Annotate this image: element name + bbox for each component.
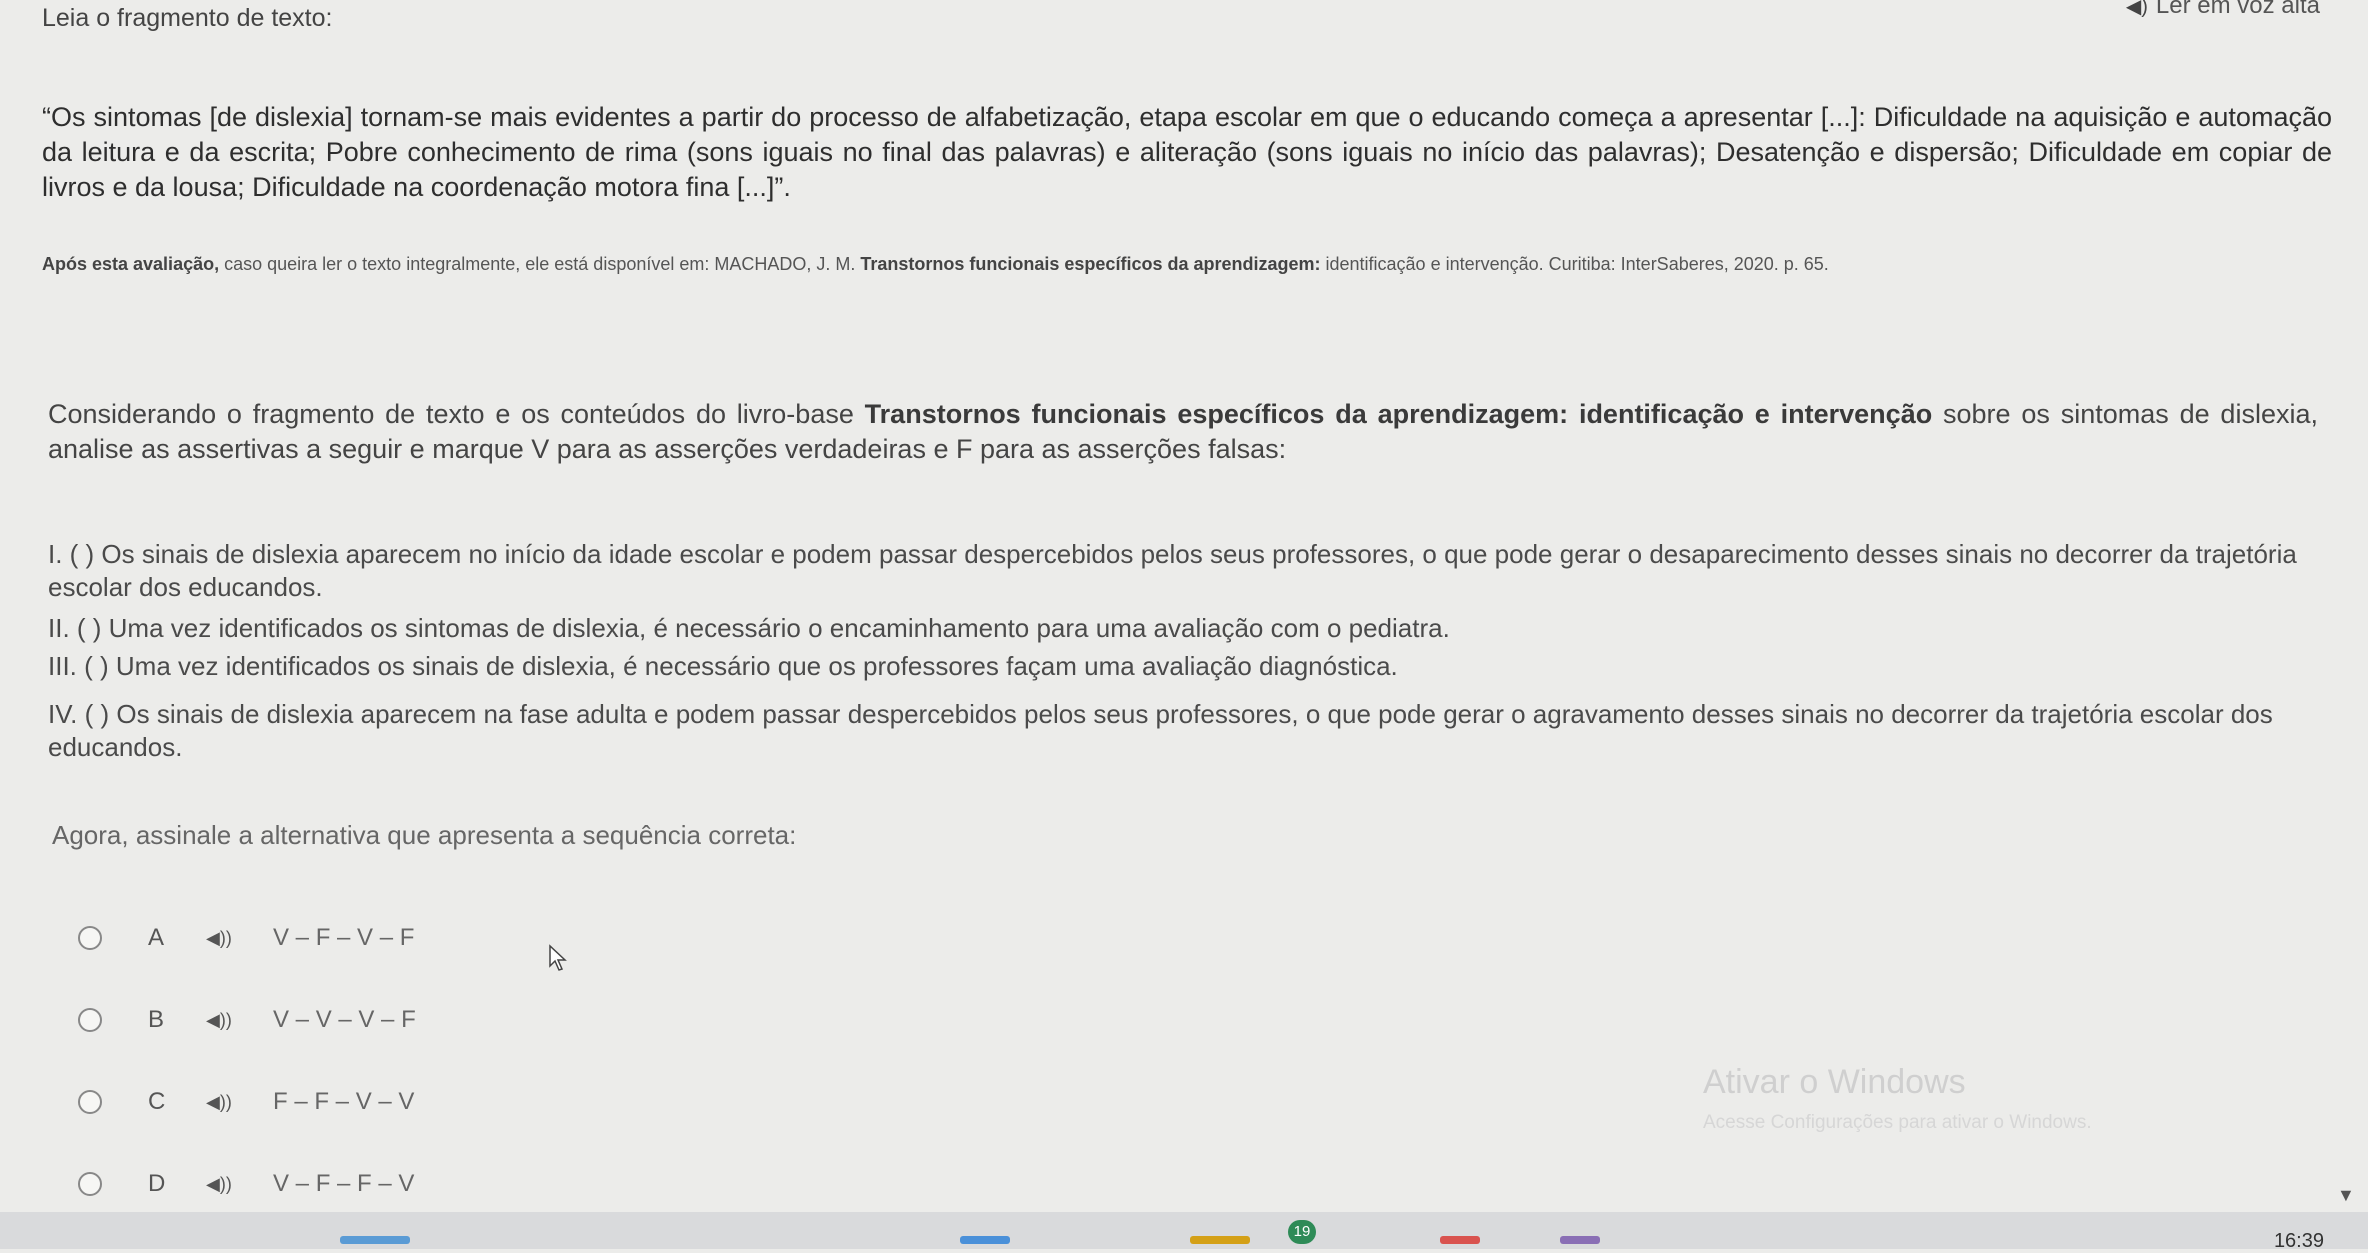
option-letter: D: [148, 1170, 166, 1197]
option-sequence: V – F – V – F: [273, 924, 415, 951]
radio-button[interactable]: [78, 1090, 102, 1114]
option-sequence: V – F – F – V: [273, 1170, 415, 1197]
instruction-label: Leia o fragmento de texto:: [42, 4, 333, 32]
option-letter: A: [148, 924, 165, 951]
statement-3: III. ( ) Uma vez identificados os sinais…: [48, 651, 1398, 681]
taskbar-app-icon[interactable]: [1560, 1236, 1600, 1244]
radio-button[interactable]: [78, 1172, 102, 1196]
taskbar-app-icon[interactable]: [960, 1236, 1010, 1244]
read-aloud-button[interactable]: ◀) Ler em voz alta: [2126, 0, 2320, 20]
speaker-icon[interactable]: ◀)): [206, 1174, 232, 1195]
folder-icon[interactable]: [1190, 1236, 1250, 1244]
statement-4: IV. ( ) Os sinais de dislexia aparecem n…: [48, 699, 2273, 762]
question-text: Considerando o fragmento de texto e os c…: [48, 397, 2318, 467]
option-letter: B: [148, 1006, 165, 1033]
question-book-title: Transtornos funcionais específicos da ap…: [864, 399, 1933, 429]
option-letter: C: [148, 1088, 166, 1115]
fragment-quote: “Os sintomas [de dislexia] tornam-se mai…: [42, 102, 2332, 202]
activation-watermark-subtitle: Acesse Configurações para ativar o Windo…: [1703, 1112, 2092, 1133]
option-sequence: F – F – V – V: [273, 1088, 415, 1115]
browser-icon[interactable]: [1440, 1236, 1480, 1244]
statement-1: I. ( ) Os sinais de dislexia aparecem no…: [48, 539, 2297, 602]
reference-tail: identificação e intervenção. Curitiba: I…: [1320, 254, 1829, 274]
taskbar: 19 16:39: [0, 1212, 2368, 1252]
taskbar-clock: 16:39: [2273, 1230, 2324, 1252]
answer-prompt: Agora, assinale a alternativa que aprese…: [52, 820, 797, 850]
radio-button[interactable]: [78, 1008, 102, 1032]
fragment-reference: Após esta avaliação, caso queira ler o t…: [42, 252, 2332, 276]
option-sequence: V – V – V – F: [273, 1006, 416, 1033]
reference-lead: Após esta avaliação,: [42, 254, 220, 274]
read-aloud-label: Ler em voz alta: [2155, 0, 2320, 19]
option-a[interactable]: A ◀)) V – F – V – F: [78, 918, 414, 958]
taskbar-app-icon[interactable]: [340, 1236, 410, 1244]
option-d[interactable]: D ◀)) V – F – F – V: [78, 1164, 414, 1204]
speaker-icon[interactable]: ◀)): [206, 1010, 232, 1031]
speaker-icon: ◀): [2125, 0, 2148, 18]
option-c[interactable]: C ◀)) F – F – V – V: [78, 1082, 414, 1122]
speaker-icon[interactable]: ◀)): [206, 1092, 232, 1113]
radio-button[interactable]: [78, 926, 102, 950]
reference-book: Transtornos funcionais específicos da ap…: [860, 254, 1321, 274]
speaker-icon[interactable]: ◀)): [206, 928, 232, 949]
option-b[interactable]: B ◀)) V – V – V – F: [78, 1000, 416, 1040]
scroll-down-icon[interactable]: ▼: [2337, 1185, 2355, 1206]
question-lead: Considerando o fragmento de texto e os c…: [48, 399, 865, 429]
notification-badge: 19: [1288, 1220, 1316, 1244]
reference-mid: caso queira ler o texto integralmente, e…: [219, 254, 861, 274]
activation-watermark-title: Ativar o Windows: [1703, 1063, 1966, 1101]
statement-2: II. ( ) Uma vez identificados os sintoma…: [48, 613, 1450, 643]
mouse-cursor-icon: [549, 944, 567, 971]
